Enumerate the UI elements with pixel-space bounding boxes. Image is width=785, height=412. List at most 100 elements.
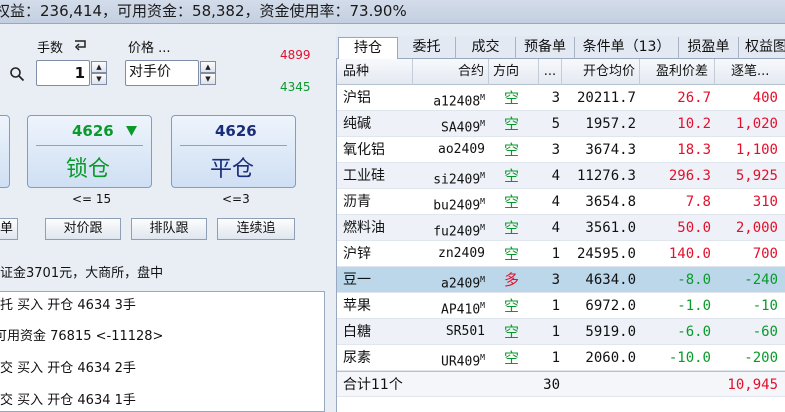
cell-name: 沪锌 xyxy=(343,246,371,262)
tab-stop-profit[interactable]: 损盈单 xyxy=(679,37,739,59)
cell-direction: 空 xyxy=(504,89,520,107)
cell-spread: 18.3 xyxy=(677,142,711,158)
tab-trades[interactable]: 成交 xyxy=(456,37,516,59)
contract-flag: M xyxy=(480,353,485,362)
cell-avg-price: 3561.0 xyxy=(585,220,636,236)
cell-direction: 空 xyxy=(504,115,520,133)
table-row[interactable]: 苹果 AP410M 空 1 6972.0 -1.0 -10 xyxy=(337,293,785,319)
cell-spread: -6.0 xyxy=(677,324,711,340)
table-row[interactable]: 工业硅 si2409M 空 4 11276.3 296.3 5,925 xyxy=(337,163,785,189)
price-up-button[interactable]: ▲ xyxy=(200,61,216,73)
col-pnl[interactable]: 逐笔... xyxy=(715,59,785,85)
cell-contract: a12408M xyxy=(433,93,485,110)
table-row[interactable]: 沪铝 a12408M 空 3 20211.7 26.7 400 xyxy=(337,85,785,111)
col-qty[interactable]: ... xyxy=(539,59,562,85)
cell-avg-price: 3654.8 xyxy=(585,194,636,210)
cell-direction: 空 xyxy=(504,141,520,159)
cell-qty: 3 xyxy=(551,272,560,288)
table-row[interactable]: 沥青 bu2409M 空 4 3654.8 7.8 310 xyxy=(337,189,785,215)
search-icon[interactable] xyxy=(9,66,25,82)
queue-follow-button[interactable]: 排队跟 xyxy=(131,218,207,240)
table-header: 品种 合约 方向 ... 开仓均价 盈利价差 逐笔... xyxy=(337,59,785,85)
cell-avg-price: 6972.0 xyxy=(585,298,636,314)
cell-spread: 140.0 xyxy=(668,246,711,262)
qty-input[interactable]: 1 xyxy=(36,60,90,86)
cell-spread: 50.0 xyxy=(677,220,711,236)
col-avg-price[interactable]: 开仓均价 xyxy=(562,59,640,85)
cell-pnl: -60 xyxy=(752,324,778,340)
contract-flag: M xyxy=(480,119,485,128)
close-hint: <=3 xyxy=(222,192,250,206)
table-row[interactable]: 白糖 SR501 空 1 5919.0 -6.0 -60 xyxy=(337,319,785,345)
cell-avg-price: 3674.3 xyxy=(585,142,636,158)
log-line: 委托 买入 开仓 4634 3手 xyxy=(0,298,136,313)
price-value: 对手价 xyxy=(129,64,171,80)
qty-down-button[interactable]: ▼ xyxy=(91,73,107,85)
cell-qty: 4 xyxy=(551,220,560,236)
tab-positions[interactable]: 持仓 xyxy=(338,37,398,60)
table-row[interactable]: 燃料油 fu2409M 空 4 3561.0 50.0 2,000 xyxy=(337,215,785,241)
lock-price: 4626 xyxy=(72,122,114,140)
tab-conditional[interactable]: 条件单（13） xyxy=(575,37,679,59)
table-row[interactable]: 纯碱 SA409M 空 5 1957.2 10.2 1,020 xyxy=(337,111,785,137)
log-line: 成交 买入 开仓 4634 2手 xyxy=(0,361,136,376)
table-row[interactable]: 豆一 a2409M 多 3 4634.0 -8.0 -240 xyxy=(337,267,785,293)
cell-name: 苹果 xyxy=(343,298,371,314)
col-name[interactable]: 品种 xyxy=(337,59,413,85)
log-line: 可用资金 76815 <-11128> xyxy=(0,329,164,344)
cell-qty: 1 xyxy=(551,350,560,366)
cell-contract: SA409M xyxy=(441,119,485,136)
table-row[interactable]: 尿素 UR409M 空 1 2060.0 -10.0 -200 xyxy=(337,345,785,371)
table-row[interactable]: 氧化铝 ao2409 空 3 3674.3 18.3 1,100 xyxy=(337,137,785,163)
cell-name: 沥青 xyxy=(343,194,371,210)
cell-name: 纯碱 xyxy=(343,116,371,132)
cell-pnl: 310 xyxy=(752,194,778,210)
contract-flag: M xyxy=(480,301,485,310)
lock-position-button[interactable]: 4626 锁仓 xyxy=(27,115,152,188)
cell-direction: 空 xyxy=(504,323,520,341)
total-label: 合计11个 xyxy=(343,377,403,393)
cell-contract: fu2409M xyxy=(433,223,485,240)
tab-orders[interactable]: 委托 xyxy=(398,37,456,59)
col-direction[interactable]: 方向 xyxy=(489,59,539,85)
qty-up-button[interactable]: ▲ xyxy=(91,61,107,73)
cell-avg-price: 11276.3 xyxy=(576,168,636,184)
reset-qty-icon[interactable] xyxy=(72,38,88,52)
col-contract[interactable]: 合约 xyxy=(413,59,489,85)
continuous-chase-button[interactable]: 连续追 xyxy=(217,218,295,240)
cell-spread: -1.0 xyxy=(677,298,711,314)
open-position-button[interactable] xyxy=(0,115,10,188)
contract-flag: M xyxy=(480,223,485,232)
cell-contract: SR501 xyxy=(445,324,485,339)
order-mode-button[interactable]: 单 xyxy=(0,218,18,240)
cell-spread: 10.2 xyxy=(677,116,711,132)
cell-name: 燃料油 xyxy=(343,220,385,236)
cell-spread: -8.0 xyxy=(677,272,711,288)
cell-contract: si2409M xyxy=(433,171,485,188)
price-label[interactable]: 价格 ... xyxy=(128,37,171,56)
cell-pnl: -10 xyxy=(752,298,778,314)
table-row[interactable]: 沪锌 zn2409 空 1 24595.0 140.0 700 xyxy=(337,241,785,267)
cell-contract: AP410M xyxy=(441,301,485,318)
close-position-button[interactable]: 4626 平仓 xyxy=(171,115,296,188)
cell-contract: ao2409 xyxy=(438,142,485,157)
counter-price-follow-button[interactable]: 对价跟 xyxy=(45,218,121,240)
positions-table: 品种 合约 方向 ... 开仓均价 盈利价差 逐笔... 沪铝 a12408M 空 3… xyxy=(336,59,785,412)
order-log: 委托 买入 开仓 4634 3手 可用资金 76815 <-11128> 成交 … xyxy=(0,291,325,412)
cell-qty: 3 xyxy=(551,142,560,158)
tab-equity-chart[interactable]: 权益图 xyxy=(739,37,785,59)
total-pnl: 10,945 xyxy=(727,377,778,393)
price-input[interactable]: 对手价 xyxy=(125,60,199,86)
cell-direction: 空 xyxy=(504,167,520,185)
cell-spread: 296.3 xyxy=(668,168,711,184)
price-down-button[interactable]: ▼ xyxy=(200,73,216,85)
close-label: 平仓 xyxy=(210,157,255,182)
cell-direction: 多 xyxy=(504,271,520,289)
log-line: 成交 买入 开仓 4634 1手 xyxy=(0,393,136,408)
tab-pending[interactable]: 预备单 xyxy=(516,37,575,59)
col-spread[interactable]: 盈利价差 xyxy=(640,59,715,85)
cell-avg-price: 24595.0 xyxy=(576,246,636,262)
position-tabs: 持仓 委托 成交 预备单 条件单（13） 损盈单 权益图 xyxy=(336,36,785,60)
cell-qty: 1 xyxy=(551,298,560,314)
qty-value: 1 xyxy=(74,64,85,82)
